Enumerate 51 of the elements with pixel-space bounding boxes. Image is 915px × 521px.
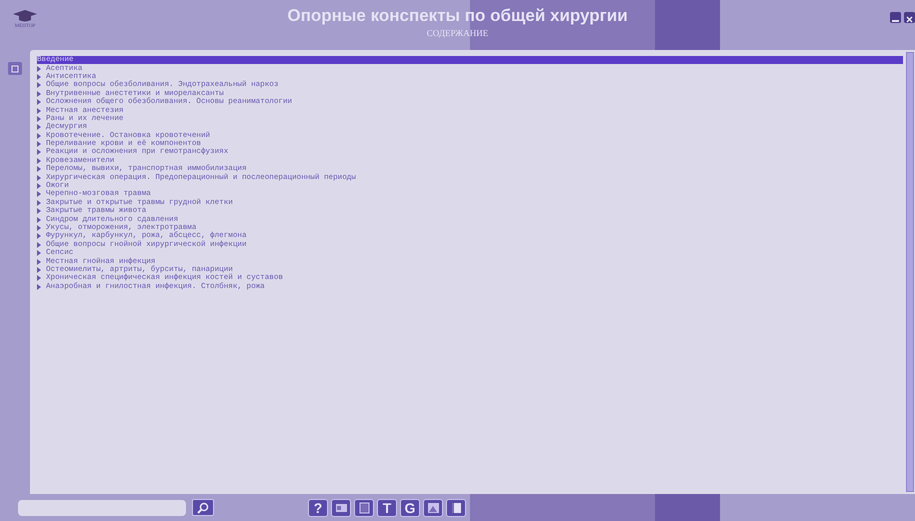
bullet-icon: [37, 174, 41, 181]
bullet-icon: [37, 191, 41, 198]
bullet-icon: [37, 124, 41, 130]
toolbar-button[interactable]: T: [377, 498, 397, 516]
graduation-cap-icon: [12, 10, 38, 22]
square-icon: [11, 64, 19, 72]
toolbar-button[interactable]: [331, 498, 351, 516]
minimize-icon: [892, 19, 899, 23]
bullet-icon: [37, 166, 41, 172]
bullet-icon: [37, 99, 41, 106]
bullet-icon: [37, 116, 41, 122]
book-icon: [450, 502, 462, 514]
bullet-icon: [37, 275, 41, 282]
toolbar-button[interactable]: ?: [308, 498, 328, 516]
panel-icon[interactable]: [8, 62, 22, 75]
bullet-icon: [37, 74, 41, 80]
minimize-button[interactable]: [890, 12, 901, 23]
bullet-icon: [37, 132, 41, 139]
bullet-icon: [37, 183, 41, 190]
bullet-icon: [37, 141, 41, 148]
bullet-icon: [37, 149, 41, 156]
bullet-icon: [37, 200, 41, 206]
toolbar-button[interactable]: [423, 498, 443, 516]
bullet-icon: [37, 82, 41, 88]
bullet-icon: [37, 250, 41, 256]
document-icon: [358, 502, 370, 514]
section-title: СОДЕРЖАНИЕ: [426, 28, 488, 38]
app-title: Опорные конспекты по общей хирургии: [287, 6, 628, 26]
toolbar-button[interactable]: G: [400, 498, 420, 516]
bullet-icon: [37, 258, 41, 265]
bullet-icon: [37, 208, 41, 214]
bullet-icon: [37, 216, 41, 223]
bullet-icon: [37, 284, 41, 290]
bullet-icon: [37, 158, 41, 164]
search-button[interactable]: [192, 499, 214, 516]
bullet-icon: [37, 233, 41, 240]
toolbar-button[interactable]: [446, 498, 466, 516]
close-icon: [906, 16, 913, 23]
search-field[interactable]: [18, 500, 186, 516]
bullet-icon: [37, 242, 41, 248]
bullet-icon: [37, 90, 41, 97]
scrollbar[interactable]: [906, 52, 914, 492]
image-icon: [426, 502, 440, 514]
toolbar-button[interactable]: [354, 498, 374, 516]
bullet-icon: [37, 108, 41, 114]
bullet-icon: [37, 266, 41, 273]
bullet-icon: [37, 66, 41, 72]
bullet-icon: [37, 225, 41, 231]
search-icon: [197, 502, 209, 514]
card-icon: [334, 502, 348, 514]
close-button[interactable]: [904, 12, 915, 23]
